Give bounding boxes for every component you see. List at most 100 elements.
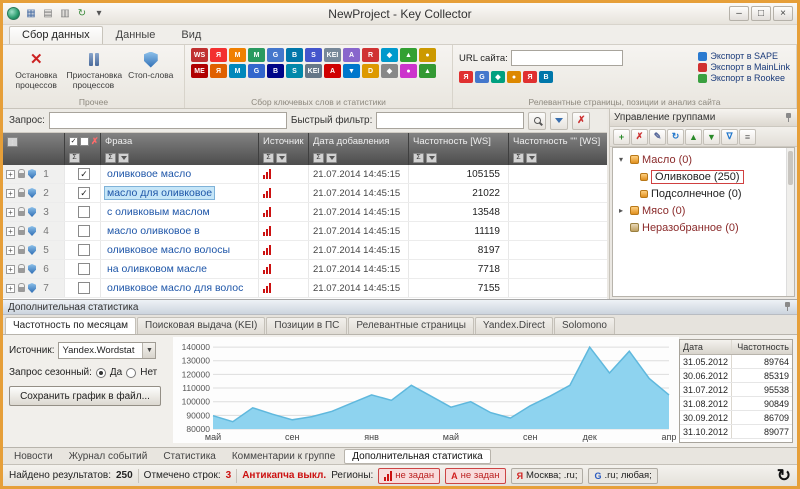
delete-group-icon[interactable]: ✗	[631, 129, 648, 145]
quick-filter-input[interactable]	[376, 112, 524, 129]
move-down-icon[interactable]: ▼	[703, 129, 720, 145]
export-rookee-button[interactable]: Экспорт в Rookee	[698, 73, 790, 83]
filter-icon[interactable]	[550, 112, 568, 130]
sum-icon[interactable]: Σ	[69, 153, 80, 163]
clear-filter-icon[interactable]: ✗	[572, 112, 590, 130]
service-icon[interactable]: ▼	[343, 64, 360, 78]
radio-yes[interactable]	[96, 368, 106, 378]
row-checkbox[interactable]	[78, 282, 90, 294]
tree-item-podsolnechnoe[interactable]: Подсолнечное (0)	[613, 185, 794, 202]
expand-row-icon[interactable]: +	[6, 227, 15, 236]
wordstat-region-chip[interactable]: не задан	[378, 468, 440, 484]
metrika-icon[interactable]: МЕ	[191, 64, 208, 78]
table-row[interactable]: +6 на оливковом масле 21.07.2014 14:45:1…	[3, 260, 607, 279]
tab-view[interactable]: Вид	[168, 26, 214, 44]
tree-item-maslo[interactable]: ▾ Масло (0)	[613, 151, 794, 168]
stop-words-button[interactable]: Стоп-слова	[124, 48, 179, 93]
bing-icon[interactable]: B	[286, 48, 303, 62]
qat-menu-icon[interactable]: ▾	[91, 6, 107, 21]
save-chart-button[interactable]: Сохранить график в файл...	[9, 386, 161, 406]
table-row[interactable]: +2 масло для оливковое 21.07.2014 14:45:…	[3, 184, 607, 203]
column-header-ws-quoted[interactable]: Частотность "" [WS]	[509, 133, 607, 150]
edit-group-icon[interactable]: ✎	[649, 129, 666, 145]
table-row[interactable]: +3 с оливковым маслом 21.07.2014 14:45:1…	[3, 203, 607, 222]
refresh-icon[interactable]: ↻	[74, 6, 90, 21]
phrase-cell[interactable]: оливковое масло для волос	[105, 282, 245, 294]
expand-row-icon[interactable]: +	[6, 246, 15, 255]
wordstat-icon[interactable]: WS	[191, 48, 208, 62]
phrase-cell[interactable]: на оливковом масле	[105, 263, 209, 275]
sum-icon[interactable]: Σ	[105, 153, 116, 163]
source-select[interactable]: Yandex.Wordstat ▼	[58, 342, 156, 359]
column-header-phrase[interactable]: Фраза	[101, 133, 259, 150]
yandex-icon[interactable]: Я	[210, 48, 227, 62]
sum-icon[interactable]: Σ	[263, 153, 274, 163]
expand-row-icon[interactable]: +	[6, 189, 15, 198]
tab-data-collection[interactable]: Сбор данных	[9, 26, 103, 44]
maximize-button[interactable]: □	[751, 6, 771, 21]
pin-icon[interactable]	[784, 113, 793, 123]
row-checkbox[interactable]	[78, 244, 90, 256]
expand-row-icon[interactable]: +	[6, 284, 15, 293]
tab-solomono[interactable]: Solomono	[554, 317, 615, 334]
tree-item-myaso[interactable]: ▸ Мясо (0)	[613, 202, 794, 219]
tab-positions[interactable]: Позиции в ПС	[266, 317, 347, 334]
close-button[interactable]: ×	[773, 6, 793, 21]
row-checkbox[interactable]	[78, 168, 90, 180]
bing-icon[interactable]: B	[267, 64, 284, 78]
tab-event-log[interactable]: Журнал событий	[62, 450, 155, 463]
service-icon[interactable]: ●	[507, 71, 521, 83]
minimize-button[interactable]: –	[729, 6, 749, 21]
service-icon[interactable]: ●	[419, 48, 436, 62]
column-header-source[interactable]: Источник	[259, 133, 309, 150]
row-checkbox[interactable]	[78, 206, 90, 218]
rambler-icon[interactable]: R	[362, 48, 379, 62]
table-row[interactable]: +7 оливковое масло для волос 21.07.2014 …	[3, 279, 607, 298]
row-checkbox[interactable]	[78, 187, 90, 199]
sort-icon[interactable]: ↕	[7, 137, 18, 147]
save-icon[interactable]: ▦	[23, 6, 39, 21]
yandex-region-chip[interactable]: Я Москва; .ru;	[511, 468, 584, 484]
tab-relevant-pages[interactable]: Релевантные страницы	[348, 317, 474, 334]
add-group-icon[interactable]: +	[613, 129, 630, 145]
tab-group-comments[interactable]: Комментарии к группе	[225, 450, 342, 463]
service-icon[interactable]: S	[305, 48, 322, 62]
search-icon[interactable]	[528, 112, 546, 130]
phrase-cell[interactable]: масло оливковое в	[105, 225, 202, 237]
column-header-date[interactable]: Дата	[680, 340, 732, 354]
phrase-cell[interactable]: оливковое масло	[105, 168, 193, 180]
service-icon[interactable]: ◆	[491, 71, 505, 83]
service-icon[interactable]: ●	[400, 64, 417, 78]
adwords-icon[interactable]: A	[343, 48, 360, 62]
service-icon[interactable]: ◆	[381, 48, 398, 62]
service-icon[interactable]: S	[286, 64, 303, 78]
tab-data[interactable]: Данные	[103, 26, 169, 44]
service-icon[interactable]: M	[229, 48, 246, 62]
tree-item-nerazobrannoe[interactable]: Неразобранное (0)	[613, 219, 794, 236]
column-filter-icon[interactable]	[118, 153, 129, 163]
panels-icon[interactable]: ▥	[57, 6, 73, 21]
phrase-cell[interactable]: с оливковым маслом	[105, 206, 212, 218]
mail-icon[interactable]: М	[229, 64, 246, 78]
yandex-icon[interactable]: Я	[210, 64, 227, 78]
mail-icon[interactable]: M	[248, 48, 265, 62]
service-icon[interactable]: ▲	[419, 64, 436, 78]
direct-icon[interactable]: А	[324, 64, 341, 78]
google-icon[interactable]: G	[475, 71, 489, 83]
group-menu-icon[interactable]: ≡	[739, 129, 756, 145]
uncheck-all-icon[interactable]	[80, 137, 89, 146]
filter-groups-icon[interactable]: ∇	[721, 129, 738, 145]
expander-icon[interactable]: ▸	[619, 206, 627, 215]
kei-icon[interactable]: KEI	[324, 48, 341, 62]
expand-row-icon[interactable]: +	[6, 170, 15, 179]
tab-monthly-frequency[interactable]: Частотность по месяцам	[5, 317, 136, 334]
tree-item-olivkovoe[interactable]: Оливковое (250)	[613, 168, 794, 185]
google-region-chip[interactable]: G .ru; любая;	[588, 468, 657, 484]
direct-icon[interactable]: D	[362, 64, 379, 78]
phrase-cell[interactable]: оливковое масло волосы	[105, 244, 232, 256]
export-sape-button[interactable]: Экспорт в SAPE	[698, 51, 790, 61]
table-row[interactable]: +4 масло оливковое в 21.07.2014 14:45:15…	[3, 222, 607, 241]
radio-no[interactable]	[126, 368, 136, 378]
clear-checks-icon[interactable]: ✗	[91, 136, 99, 147]
query-input[interactable]	[49, 112, 287, 129]
